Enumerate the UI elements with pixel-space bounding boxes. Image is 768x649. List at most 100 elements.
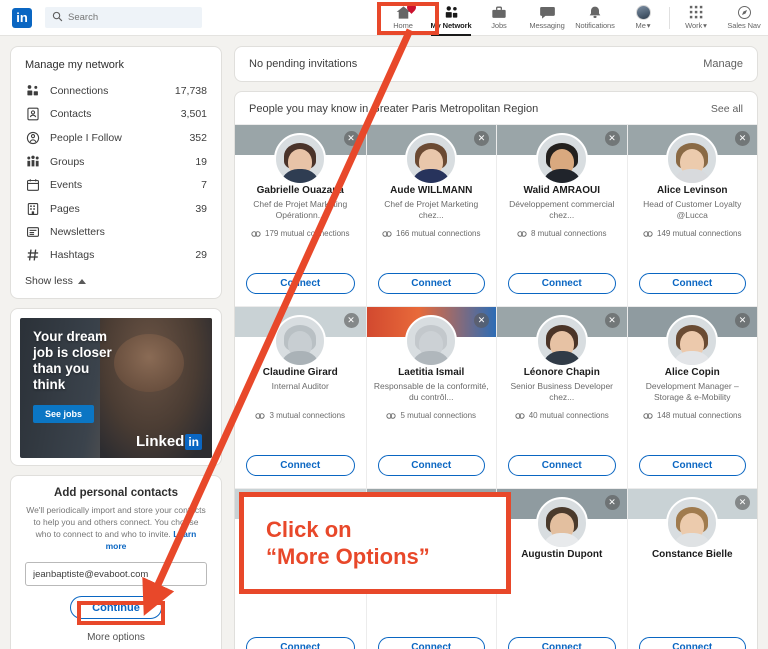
- person-card[interactable]: ✕ Walid AMRAOUI Développement commercial c…: [496, 124, 627, 306]
- sidebar-item-hashtags[interactable]: Hashtags 29: [11, 243, 221, 267]
- continue-button[interactable]: Continue: [70, 596, 162, 619]
- mutual-connections: 8 mutual connections: [511, 229, 613, 240]
- nav-label-jobs: Jobs: [491, 21, 507, 30]
- mutual-connections: 5 mutual connections: [380, 411, 482, 422]
- manage-network-title: Manage my network: [25, 59, 125, 71]
- sidebar-item-groups[interactable]: Groups 19: [11, 150, 221, 173]
- nav-item-messaging[interactable]: Messaging: [523, 0, 571, 36]
- dismiss-person-button[interactable]: ✕: [343, 313, 359, 328]
- nav-item-work[interactable]: Work ▾: [672, 0, 720, 36]
- linkedin-logo[interactable]: in: [12, 7, 32, 28]
- person-avatar: [405, 497, 458, 549]
- dismiss-person-button[interactable]: ✕: [474, 313, 489, 328]
- nav-item-jobs[interactable]: Jobs: [475, 0, 523, 36]
- sidebar-item-pages[interactable]: Pages 39: [11, 197, 221, 221]
- more-options-button[interactable]: More options: [70, 627, 162, 648]
- sidebar-item-connections[interactable]: Connections 17,738: [11, 79, 221, 102]
- person-card[interactable]: ✕ Alice Levinson Head of Customer Loyalty …: [626, 124, 757, 306]
- people-icon: [443, 5, 460, 20]
- connect-button[interactable]: Connect: [508, 637, 616, 649]
- show-less-button[interactable]: Show less: [11, 267, 221, 298]
- sidebar-item-label: Events: [50, 179, 83, 191]
- sidebar-item-label: Connections: [50, 84, 109, 97]
- sidebar-item-label: Contacts: [50, 108, 92, 120]
- groups-icon: [25, 155, 41, 168]
- connect-button[interactable]: Connect: [246, 273, 355, 294]
- dismiss-person-button[interactable]: ✕: [474, 131, 489, 146]
- nav-divider: [669, 6, 670, 29]
- person-card[interactable]: ✕ Aude WILLMANN Chef de Projet Marketing c…: [365, 124, 496, 306]
- person-card[interactable]: ✕ Ilona Blanchin Connect: [365, 488, 496, 649]
- person-name: Morgane Royez: [263, 549, 338, 560]
- nav-label-my-network: My Network: [430, 21, 472, 30]
- left-column: Manage my network Connections 17,738 Conta…: [10, 46, 222, 649]
- sidebar-item-people-i-follow[interactable]: People I Follow 352: [11, 126, 221, 150]
- nav-items-group: Home My Network Jobs Messaging Notificat…: [379, 0, 768, 36]
- connections-icon: [25, 84, 41, 97]
- dismiss-person-button[interactable]: ✕: [735, 495, 750, 510]
- nav-item-sales-nav[interactable]: Sales Nav: [720, 0, 768, 36]
- person-card[interactable]: ✕ Laetitia Ismail Responsable de la confor…: [365, 306, 496, 488]
- connect-button[interactable]: Connect: [638, 273, 746, 294]
- mutual-connections-icon: [643, 230, 653, 240]
- chevron-down-icon-work: ▾: [703, 21, 707, 30]
- person-avatar: [274, 133, 327, 185]
- mutual-connections-icon: [386, 412, 397, 422]
- mutual-connections-text: 40 mutual connections: [528, 411, 609, 420]
- dismiss-person-button[interactable]: ✕: [343, 495, 359, 510]
- dismiss-person-button[interactable]: ✕: [735, 313, 750, 328]
- sidebar-item-count: 3,501: [180, 108, 207, 120]
- person-card[interactable]: ✕ Morgane Royez Connect: [235, 488, 366, 649]
- connect-button[interactable]: Connect: [246, 637, 355, 649]
- connect-button[interactable]: Connect: [377, 637, 485, 649]
- search-box[interactable]: [45, 7, 202, 28]
- nav-item-my-network[interactable]: My Network: [427, 0, 475, 36]
- sidebar-item-contacts[interactable]: Contacts 3,501: [11, 102, 221, 126]
- nav-item-me[interactable]: Me ▾: [619, 0, 667, 36]
- person-card[interactable]: ✕ Augustin Dupont Connect: [496, 488, 627, 649]
- manage-invitations-button[interactable]: Manage: [703, 58, 743, 70]
- connect-button[interactable]: Connect: [508, 273, 616, 294]
- ad-image: Your dream job is closer than you think See…: [20, 318, 212, 458]
- person-avatar: [405, 315, 458, 367]
- person-card[interactable]: ✕ Constance Bielle Connect: [626, 488, 757, 649]
- sidebar-item-events[interactable]: Events 7: [11, 173, 221, 197]
- connect-button[interactable]: Connect: [638, 455, 746, 476]
- dismiss-person-button[interactable]: ✕: [604, 313, 620, 328]
- connect-button[interactable]: Connect: [638, 637, 746, 649]
- dismiss-person-button[interactable]: ✕: [474, 495, 489, 510]
- dismiss-person-button[interactable]: ✕: [735, 131, 750, 146]
- person-name: Ilona Blanchin: [397, 549, 466, 560]
- pymk-title: People you may know in Greater Paris Met…: [249, 103, 539, 115]
- connect-button[interactable]: Connect: [508, 455, 616, 476]
- connect-button[interactable]: Connect: [377, 273, 485, 294]
- person-headline: [555, 563, 569, 585]
- people-you-may-know-card: People you may know in Greater Paris Met…: [234, 91, 758, 649]
- add-contacts-description: We'll periodically import and store your…: [25, 504, 207, 552]
- search-input[interactable]: [68, 12, 188, 23]
- connect-button[interactable]: Connect: [377, 455, 485, 476]
- see-all-top-button[interactable]: See all: [711, 103, 743, 115]
- dismiss-person-button[interactable]: ✕: [343, 131, 359, 146]
- sidebar-item-label: Newsletters: [50, 226, 105, 238]
- top-navigation-bar: in Home My Network: [0, 0, 768, 36]
- mutual-connections-icon: [255, 412, 266, 422]
- see-jobs-button[interactable]: See jobs: [33, 405, 95, 423]
- dismiss-person-button[interactable]: ✕: [604, 495, 620, 510]
- person-card[interactable]: ✕ Claudine Girard Internal Auditor 3 mutual…: [235, 306, 366, 488]
- connect-button[interactable]: Connect: [246, 455, 355, 476]
- job-ad-card[interactable]: Your dream job is closer than you think See…: [10, 308, 222, 466]
- nav-item-notifications[interactable]: Notifications: [571, 0, 619, 36]
- person-card[interactable]: ✕ Gabrielle Ouazana Chef de Projet Marketi…: [235, 124, 366, 306]
- person-card[interactable]: ✕ Léonore Chapin Senior Business Developer…: [496, 306, 627, 488]
- sidebar-item-newsletters[interactable]: Newsletters: [11, 221, 221, 243]
- follow-icon: [25, 131, 41, 145]
- pages-icon: [25, 202, 41, 216]
- person-avatar: [405, 133, 458, 185]
- dismiss-person-button[interactable]: ✕: [604, 131, 620, 146]
- person-avatar: [535, 497, 588, 549]
- nav-item-home[interactable]: Home: [379, 0, 427, 36]
- person-card[interactable]: ✕ Alice Copin Development Manager – Storag…: [626, 306, 757, 488]
- nav-label-messaging: Messaging: [529, 21, 565, 30]
- email-field[interactable]: [25, 562, 207, 586]
